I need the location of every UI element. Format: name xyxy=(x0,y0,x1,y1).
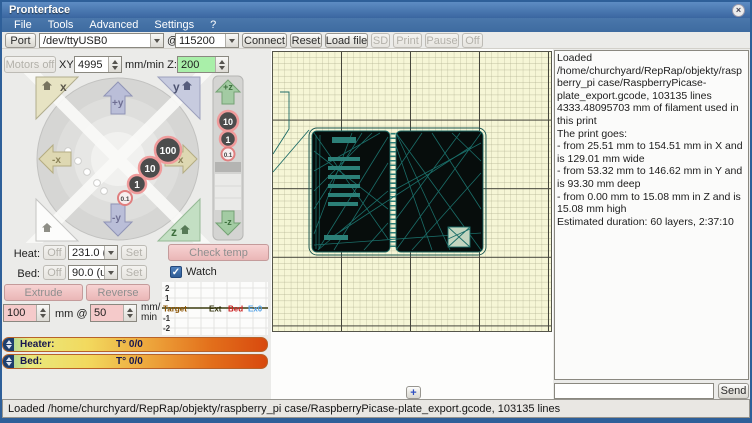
gcode-viewer-panel: + xyxy=(271,49,553,399)
svg-text:0.1: 0.1 xyxy=(120,196,129,203)
log-output[interactable]: Loaded /home/churchyard/RepRap/objekty/r… xyxy=(554,50,749,380)
spinner-arrows-icon[interactable] xyxy=(123,305,136,321)
legend-ex0: Ex0 xyxy=(248,305,263,314)
z-feed-label: mm/min Z: xyxy=(125,59,177,71)
gcode-viewer-canvas[interactable] xyxy=(272,51,552,332)
port-button[interactable]: Port xyxy=(5,33,36,48)
chevron-down-icon[interactable] xyxy=(150,34,163,47)
heat-label: Heat: xyxy=(10,248,40,260)
off-button[interactable]: Off xyxy=(462,33,483,48)
menu-advanced[interactable]: Advanced xyxy=(81,18,146,32)
reverse-button[interactable]: Reverse xyxy=(86,284,150,301)
mm-at-label: mm @ xyxy=(55,308,88,320)
send-button[interactable]: Send xyxy=(718,383,749,399)
svg-text:10: 10 xyxy=(223,117,233,127)
print-button[interactable]: Print xyxy=(393,33,422,48)
spinner-arrows-icon[interactable] xyxy=(215,57,228,72)
svg-text:1: 1 xyxy=(134,180,140,191)
legend-target: Target xyxy=(163,305,187,314)
home-y-label: y xyxy=(173,80,180,94)
temperature-graph: 2 1 -1 -2 Target Ext Bed Ex0 xyxy=(162,282,268,335)
heater-temp-combo[interactable]: 231.0 ( xyxy=(68,245,118,260)
legend-bed: Bed xyxy=(228,305,243,314)
home-z-label: z xyxy=(171,225,177,239)
expand-viewer-button[interactable]: + xyxy=(406,386,421,399)
connect-button[interactable]: Connect xyxy=(242,33,287,48)
minus-x-label: -x xyxy=(52,155,61,166)
heater-set-button[interactable]: Set xyxy=(121,245,147,260)
z-track-band xyxy=(215,162,241,172)
svg-text:1: 1 xyxy=(225,135,230,145)
home-x-label: x xyxy=(60,80,67,94)
pronterface-window: Pronterface × File Tools Advanced Settin… xyxy=(0,0,752,423)
heater-gauge-label: Heater: xyxy=(20,339,54,350)
extrude-button[interactable]: Extrude xyxy=(4,284,83,301)
jog-pad[interactable]: x y z +y -y -x xyxy=(2,73,252,243)
status-text: Loaded /home/churchyard/RepRap/objekty/r… xyxy=(8,403,560,415)
chevron-down-icon[interactable] xyxy=(225,34,238,47)
xy-feedrate-spinner[interactable]: 4995 xyxy=(74,56,122,73)
check-temp-button[interactable]: Check temp xyxy=(168,244,269,261)
bed-label: Bed: xyxy=(10,268,40,280)
chevron-down-icon[interactable] xyxy=(104,246,117,259)
plus-z-label: +z xyxy=(223,82,233,92)
z-track xyxy=(215,174,241,210)
minus-z-label: -z xyxy=(224,217,232,227)
minus-y-label: -y xyxy=(112,213,121,224)
pause-button[interactable]: Pause xyxy=(425,33,459,48)
menu-help[interactable]: ? xyxy=(202,18,224,32)
titlebar[interactable]: Pronterface × xyxy=(2,2,750,18)
extrude-length-spinner[interactable]: 100 xyxy=(3,304,50,322)
status-bar: Loaded /home/churchyard/RepRap/objekty/r… xyxy=(2,399,750,418)
bed-set-button[interactable]: Set xyxy=(121,265,147,280)
menu-tools[interactable]: Tools xyxy=(40,18,82,32)
svg-text:100: 100 xyxy=(160,146,177,157)
load-file-button[interactable]: Load file xyxy=(325,33,368,48)
spinner-arrows-icon[interactable] xyxy=(108,57,121,72)
svg-text:0.1: 0.1 xyxy=(224,153,233,159)
heater-gauge-value: T° 0/0 xyxy=(116,339,143,350)
gauge-spinner-arrows-icon[interactable] xyxy=(3,355,14,368)
svg-text:10: 10 xyxy=(144,164,156,175)
bed-off-button[interactable]: Off xyxy=(43,265,66,280)
baud-combo[interactable]: 115200 xyxy=(175,33,239,48)
bed-temp-combo[interactable]: 90.0 (u xyxy=(68,265,118,280)
spinner-arrows-icon[interactable] xyxy=(36,305,49,321)
z-feedrate-spinner[interactable]: 200 xyxy=(177,56,229,73)
menubar: File Tools Advanced Settings ? xyxy=(2,18,750,32)
z-jog-column[interactable]: +z 10 1 0.1 -z xyxy=(213,76,243,240)
heater-off-button[interactable]: Off xyxy=(43,245,66,260)
reset-button[interactable]: Reset xyxy=(290,33,322,48)
console-panel: Loaded /home/churchyard/RepRap/objekty/r… xyxy=(554,49,750,399)
window-title: Pronterface xyxy=(2,4,70,16)
legend-ext: Ext xyxy=(209,305,222,314)
toolbar: Port /dev/ttyUSB0 @ 115200 Connect Reset… xyxy=(2,32,750,49)
gauge-spinner-arrows-icon[interactable] xyxy=(3,338,14,351)
graph-legend: Target Ext Bed Ex0 xyxy=(163,305,263,314)
menu-file[interactable]: File xyxy=(6,18,40,32)
extrude-speed-spinner[interactable]: 50 xyxy=(90,304,137,322)
plus-y-label: +y xyxy=(112,98,124,109)
svg-text:-1: -1 xyxy=(163,314,171,323)
svg-text:-2: -2 xyxy=(163,324,171,333)
bed-gauge-value: T° 0/0 xyxy=(116,356,143,367)
svg-text:2: 2 xyxy=(165,284,170,293)
control-panel: Motors off XY: 4995 mm/min Z: 200 xyxy=(2,49,270,399)
heater-gauge[interactable]: Heater: T° 0/0 xyxy=(2,337,268,352)
close-icon[interactable]: × xyxy=(732,4,745,17)
watch-label: Watch xyxy=(186,266,217,278)
bed-gauge[interactable]: Bed: T° 0/0 xyxy=(2,354,268,369)
chevron-down-icon[interactable] xyxy=(104,266,117,279)
app-area: Pronterface × File Tools Advanced Settin… xyxy=(2,2,750,418)
svg-text:1: 1 xyxy=(165,294,170,303)
bed-gauge-label: Bed: xyxy=(20,356,42,367)
port-device-combo[interactable]: /dev/ttyUSB0 xyxy=(39,33,164,48)
watch-checkbox[interactable]: ✓ xyxy=(170,266,182,278)
menu-settings[interactable]: Settings xyxy=(146,18,202,32)
motors-off-button[interactable]: Motors off xyxy=(4,56,56,73)
command-input[interactable] xyxy=(554,383,714,399)
feed-unit-label: mm/min xyxy=(141,303,160,323)
sd-button[interactable]: SD xyxy=(371,33,390,48)
